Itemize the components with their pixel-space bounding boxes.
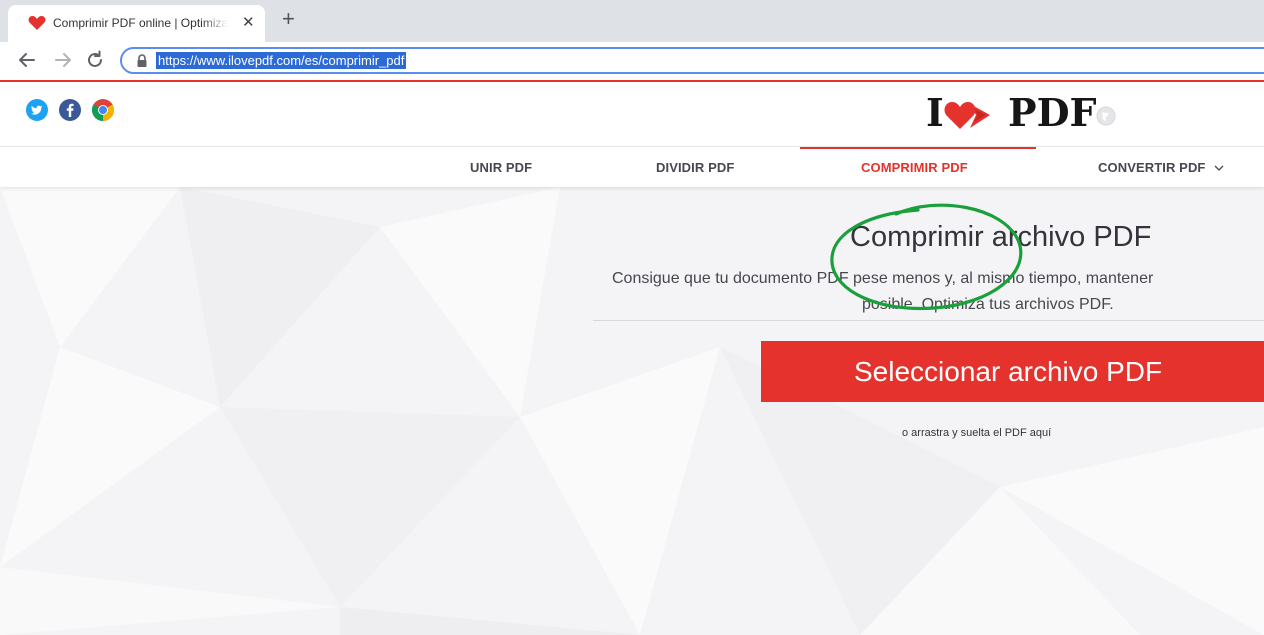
new-tab-button[interactable]: + — [282, 6, 295, 32]
nav-item-comprimir-pdf[interactable]: COMPRIMIR PDF — [861, 160, 968, 175]
select-pdf-button[interactable]: Seleccionar archivo PDF — [761, 341, 1264, 402]
page-subtitle-line1: Consigue que tu documento PDF pese menos… — [612, 270, 1154, 287]
reload-icon[interactable] — [84, 49, 106, 71]
globe-icon[interactable] — [1096, 106, 1116, 126]
nav-item-convertir-pdf[interactable]: CONVERTIR PDF — [1098, 160, 1205, 175]
browser-toolbar: https://www.ilovepdf.com/es/comprimir_pd… — [0, 42, 1264, 82]
main-content: Comprimir archivo PDF Consigue que tu do… — [0, 187, 1264, 635]
ilovepdf-favicon-icon — [28, 16, 46, 30]
tab-title: Comprimir PDF online | Optimizar PDF — [53, 16, 228, 30]
main-nav: UNIR PDF DIVIDIR PDF COMPRIMIR PDF CONVE… — [0, 146, 1264, 187]
drag-drop-hint: o arrastra y suelta el PDF aquí — [902, 427, 1052, 439]
chrome-icon[interactable] — [92, 99, 114, 121]
nav-item-dividir-pdf[interactable]: DIVIDIR PDF — [656, 160, 734, 175]
site-header: I PDF — [0, 82, 1264, 146]
page-subtitle-line2: posible. Optimiza tus archivos PDF. — [862, 296, 1114, 313]
back-arrow-icon[interactable] — [16, 49, 38, 71]
logo-letter-i: I — [926, 90, 944, 135]
nav-active-indicator — [800, 147, 1036, 149]
tab-close-icon[interactable]: ✕ — [242, 14, 255, 32]
page-viewport: I PDF UNIR PDF DIVIDIR PDF COMPRIMIR PDF… — [0, 82, 1264, 635]
logo-text-pdf: PDF — [1008, 90, 1097, 135]
nav-item-unir-pdf[interactable]: UNIR PDF — [470, 160, 532, 175]
twitter-icon[interactable] — [26, 99, 48, 121]
browser-tab[interactable]: Comprimir PDF online | Optimizar PDF ✕ — [8, 5, 265, 42]
lock-icon — [137, 54, 147, 67]
facebook-icon[interactable] — [59, 99, 81, 121]
heart-icon — [944, 102, 990, 129]
browser-tab-strip: Comprimir PDF online | Optimizar PDF ✕ + — [0, 0, 1264, 42]
chevron-down-icon[interactable] — [1214, 165, 1224, 171]
content-divider — [593, 320, 1264, 321]
url-text[interactable]: https://www.ilovepdf.com/es/comprimir_pd… — [156, 52, 407, 69]
page-title: Comprimir archivo PDF — [850, 221, 1152, 253]
forward-arrow-icon[interactable] — [52, 49, 74, 71]
address-bar[interactable]: https://www.ilovepdf.com/es/comprimir_pd… — [120, 47, 1264, 74]
